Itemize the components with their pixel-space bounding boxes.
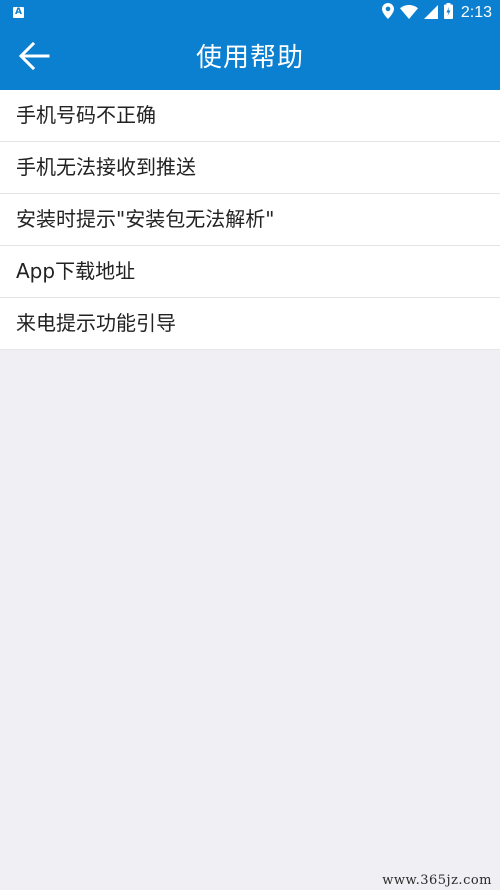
battery-icon: [443, 3, 453, 23]
help-item-app-download[interactable]: App下载地址: [0, 246, 500, 298]
help-list: 手机号码不正确 手机无法接收到推送 安装时提示"安装包无法解析" App下载地址…: [0, 90, 500, 350]
help-item-caller-id-guide[interactable]: 来电提示功能引导: [0, 298, 500, 350]
notification-app-icon: A: [13, 7, 24, 18]
page-title: 使用帮助: [195, 43, 304, 73]
help-item-package-parse-error[interactable]: 安装时提示"安装包无法解析": [0, 194, 500, 246]
app-bar: 使用帮助: [0, 26, 500, 90]
location-icon: [381, 3, 394, 23]
signal-icon: [423, 4, 438, 23]
help-item-no-push[interactable]: 手机无法接收到推送: [0, 142, 500, 194]
wifi-icon: [399, 4, 418, 23]
status-icons: 2:13: [381, 0, 492, 26]
clock: 2:13: [460, 4, 492, 21]
status-bar: A 2:13: [0, 0, 500, 26]
watermark: www.365jz.com: [382, 873, 492, 888]
help-item-phone-number-incorrect[interactable]: 手机号码不正确: [0, 90, 500, 142]
